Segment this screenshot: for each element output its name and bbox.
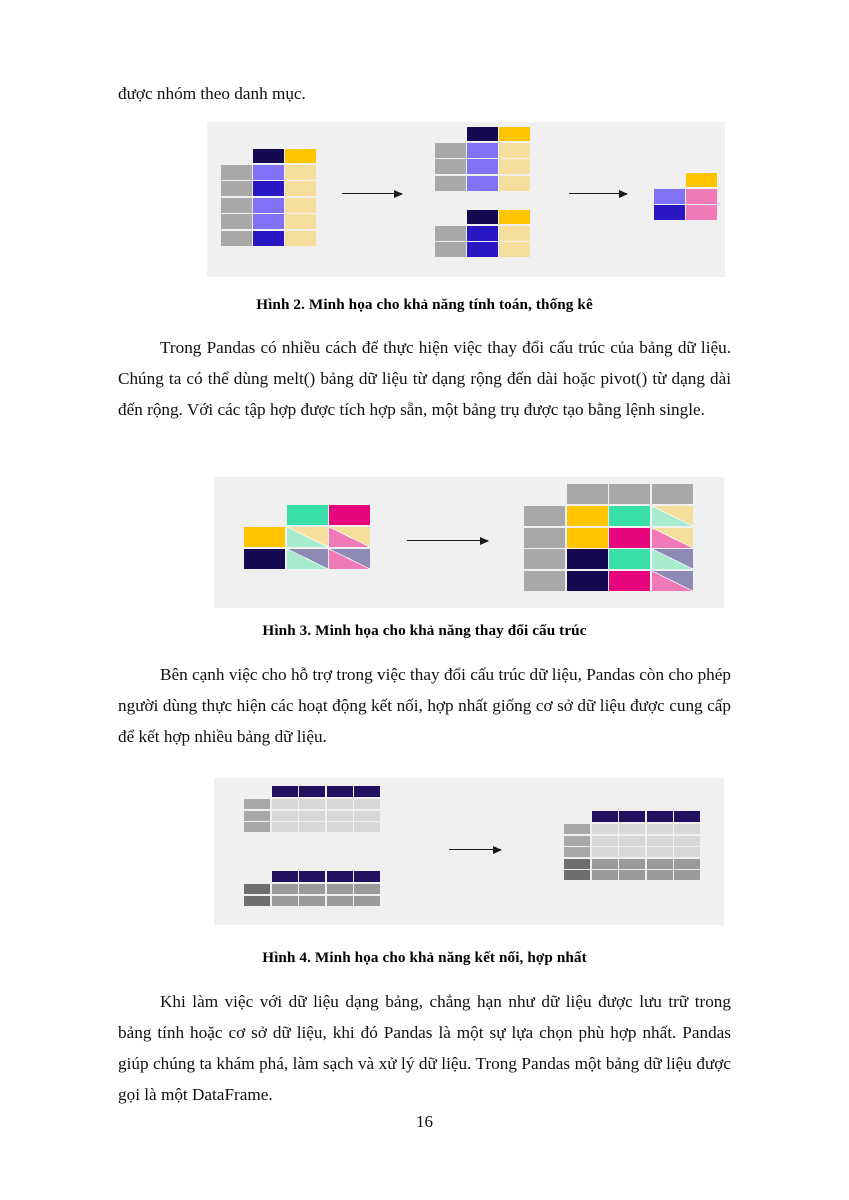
header-cell-navy [674, 811, 700, 822]
table-body [221, 165, 316, 247]
header-cell-navy [646, 811, 673, 822]
table-row [244, 548, 285, 569]
document-page: được nhóm theo danh mục. Hình 2. Minh họ… [0, 0, 849, 1200]
figure2-source-table [221, 149, 316, 247]
header-cell-navy [326, 786, 353, 797]
paragraph-1: Trong Pandas có nhiều cách để thực hiện … [118, 338, 731, 419]
table-row [435, 175, 466, 191]
table-row [221, 214, 252, 230]
header-cell-gray [609, 484, 650, 504]
split-cell [651, 570, 693, 591]
header-cell-gray [651, 484, 693, 504]
table-row [524, 506, 565, 526]
header-cell-navy [591, 811, 618, 822]
header-cell-navy [467, 210, 498, 224]
table-row [524, 527, 565, 548]
table-row [244, 884, 270, 894]
table-row [654, 189, 685, 204]
table-row [435, 143, 466, 158]
header-cell-blank [221, 149, 252, 163]
table-row [221, 197, 252, 213]
header-cell-navy [354, 871, 380, 882]
header-cell-navy [467, 127, 498, 141]
figure-3-caption: Hình 3. Minh họa cho khả năng thay đổi c… [262, 622, 587, 639]
table-row [564, 870, 590, 880]
table-row [564, 858, 590, 869]
header-cell-gold [499, 127, 530, 141]
paragraph-2: Bên cạnh việc cho hỗ trợ trong việc thay… [118, 665, 731, 746]
figure2-group-bottom-table [435, 210, 530, 258]
figure2-group-top-table [435, 127, 530, 192]
split-cell [651, 549, 693, 569]
table-row [221, 230, 252, 246]
figure4-top-table [244, 786, 381, 834]
figure-2-panel [207, 122, 725, 277]
table-row [244, 810, 270, 821]
table-row [524, 549, 565, 569]
figure3-result-table [524, 484, 699, 594]
paragraph-3: Khi làm việc với dữ liệu dạng bảng, chẳn… [118, 992, 731, 1104]
figure3-source-table [244, 505, 374, 569]
split-cell [286, 527, 328, 547]
table-row [244, 527, 285, 547]
split-cell [329, 527, 370, 547]
table-row [435, 226, 466, 241]
figure4-result-table [564, 811, 701, 892]
header-cell-navy [271, 786, 298, 797]
figure-2-caption: Hình 2. Minh họa cho khả năng tính toán,… [256, 296, 593, 313]
table-row [524, 570, 565, 591]
header-cell-navy [299, 871, 325, 882]
figure2-arrow-2 [569, 189, 628, 198]
table-row [564, 835, 590, 846]
table-header-row [221, 149, 316, 163]
header-cell-navy [354, 786, 380, 797]
header-cell-gold [285, 149, 316, 163]
table-row [244, 822, 270, 832]
header-cell-navy [619, 811, 645, 822]
split-cell [651, 506, 693, 526]
page-number: 16 [416, 1112, 433, 1131]
split-cell [286, 548, 328, 569]
figure2-result-table [654, 173, 717, 223]
figure-4-panel [214, 778, 724, 925]
paragraph-intro: được nhóm theo danh mục. [118, 84, 306, 103]
header-cell-magenta [329, 505, 370, 525]
table-row [221, 165, 252, 180]
table-row [221, 181, 252, 197]
table-row [564, 824, 590, 834]
header-cell-navy [271, 871, 298, 882]
figure4-bottom-table [244, 871, 381, 907]
split-cell [651, 527, 693, 548]
table-row [244, 895, 270, 906]
header-cell-navy [299, 786, 325, 797]
table-row [654, 205, 685, 221]
header-cell-gold [499, 210, 530, 224]
table-row [435, 242, 466, 258]
figure2-arrow-1 [342, 189, 403, 198]
figure4-arrow-1 [449, 845, 502, 854]
header-cell-navy [326, 871, 353, 882]
table-row [564, 847, 590, 857]
split-cell [329, 548, 370, 569]
header-cell-navy [253, 149, 284, 163]
header-cell-gold [686, 173, 717, 187]
header-cell-gray [566, 484, 608, 504]
table-row [435, 159, 466, 175]
figure-3-panel [214, 477, 724, 608]
figure-4-caption: Hình 4. Minh họa cho khả năng kết nối, h… [262, 949, 587, 966]
header-cell-mint [286, 505, 328, 525]
table-row [244, 799, 270, 809]
figure3-arrow-1 [407, 536, 489, 545]
